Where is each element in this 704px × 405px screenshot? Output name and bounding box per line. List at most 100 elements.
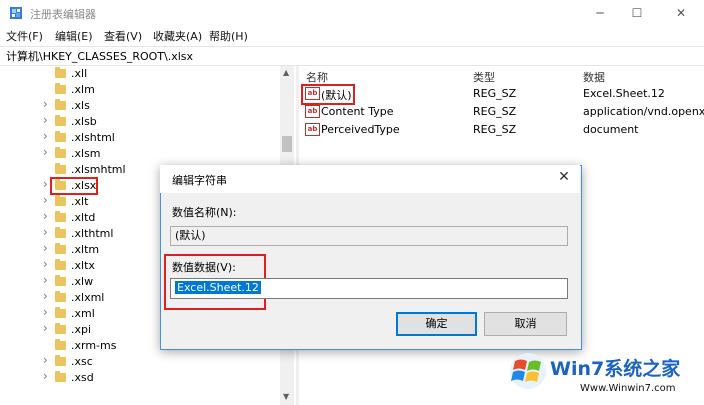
tree-item-label[interactable]: .xlthtml bbox=[71, 227, 113, 240]
tree-item-label[interactable]: .xsc bbox=[71, 355, 93, 368]
tree-item[interactable]: › .xsd bbox=[0, 369, 280, 386]
folder-icon bbox=[55, 67, 66, 78]
value-type: REG_SZ bbox=[473, 123, 517, 136]
value-data-input[interactable]: Excel.Sheet.12 bbox=[170, 278, 568, 299]
folder-icon bbox=[55, 147, 66, 158]
dialog-close-icon[interactable]: ✕ bbox=[553, 169, 575, 189]
value-type: REG_SZ bbox=[473, 87, 517, 100]
watermark-title-text: Win7系统之家 bbox=[550, 358, 681, 380]
tree-item-label[interactable]: .xls bbox=[71, 99, 90, 112]
menu-file[interactable]: 文件(F) bbox=[6, 28, 43, 44]
tree-item-label[interactable]: .xlsm bbox=[71, 147, 101, 160]
value-data: document bbox=[583, 123, 639, 136]
menu-help[interactable]: 帮助(H) bbox=[209, 28, 248, 44]
chevron-right-icon[interactable]: › bbox=[43, 145, 48, 159]
chevron-right-icon[interactable]: › bbox=[43, 369, 48, 383]
tree-item-label[interactable]: .xlxml bbox=[71, 291, 104, 304]
folder-icon bbox=[55, 291, 66, 302]
value-name[interactable]: (默认) bbox=[321, 87, 352, 103]
address-path[interactable]: 计算机\HKEY_CLASSES_ROOT\.xlsx bbox=[6, 48, 193, 64]
tree-scroll-thumb[interactable] bbox=[282, 136, 292, 152]
folder-icon bbox=[55, 131, 66, 142]
value-data-label: 数值数据(V): bbox=[172, 261, 236, 274]
folder-icon bbox=[55, 323, 66, 334]
close-button[interactable]: ✕ bbox=[664, 2, 698, 24]
tree-item[interactable]: .xll bbox=[0, 66, 280, 82]
chevron-right-icon[interactable]: › bbox=[43, 305, 48, 319]
chevron-right-icon[interactable]: › bbox=[43, 225, 48, 239]
folder-icon bbox=[55, 163, 66, 174]
tree-item-label[interactable]: .xltm bbox=[71, 243, 99, 256]
folder-icon bbox=[55, 339, 66, 350]
folder-icon bbox=[55, 83, 66, 94]
chevron-right-icon[interactable]: › bbox=[43, 129, 48, 143]
value-data: Excel.Sheet.12 bbox=[583, 87, 665, 100]
value-name[interactable]: PerceivedType bbox=[321, 123, 400, 136]
tree-item[interactable]: › .xlsm bbox=[0, 145, 280, 162]
window-title: 注册表编辑器 bbox=[30, 8, 96, 21]
value-data-selection[interactable]: Excel.Sheet.12 bbox=[175, 281, 261, 294]
menu-favorites[interactable]: 收藏夹(A) bbox=[153, 28, 202, 44]
folder-icon bbox=[55, 259, 66, 270]
minimize-button[interactable]: ─ bbox=[583, 2, 617, 24]
folder-icon bbox=[55, 99, 66, 110]
dialog-title: 编辑字符串 bbox=[172, 174, 227, 187]
windows-flag-logo bbox=[510, 353, 546, 389]
chevron-right-icon[interactable]: › bbox=[43, 321, 48, 335]
tree-item-label[interactable]: .xll bbox=[71, 67, 87, 80]
tree-item-label[interactable]: .xrm-ms bbox=[71, 339, 116, 352]
folder-icon bbox=[55, 211, 66, 222]
menu-view[interactable]: 查看(V) bbox=[104, 28, 142, 44]
folder-icon bbox=[55, 371, 66, 382]
menu-edit[interactable]: 编辑(E) bbox=[55, 28, 93, 44]
tree-item[interactable]: › .xls bbox=[0, 97, 280, 114]
ok-button[interactable]: 确定 bbox=[396, 312, 477, 336]
chevron-right-icon[interactable]: › bbox=[43, 193, 48, 207]
value-type: REG_SZ bbox=[473, 105, 517, 118]
tree-item-label[interactable]: .xpi bbox=[71, 323, 91, 336]
ab-icon: ab bbox=[305, 105, 320, 118]
tree-item-label[interactable]: .xlsmhtml bbox=[71, 163, 126, 176]
tree-item-label[interactable]: .xlshtml bbox=[71, 131, 115, 144]
tree-item-label[interactable]: .xsd bbox=[71, 371, 94, 384]
chevron-right-icon[interactable]: › bbox=[43, 241, 48, 255]
scroll-down-icon[interactable]: ▼ bbox=[283, 392, 289, 401]
chevron-right-icon[interactable]: › bbox=[43, 353, 48, 367]
tree-item-label[interactable]: .xlw bbox=[71, 275, 93, 288]
tree-item-label[interactable]: .xltd bbox=[71, 211, 95, 224]
chevron-right-icon[interactable]: › bbox=[43, 273, 48, 287]
folder-icon bbox=[55, 275, 66, 286]
tree-item-label[interactable]: .xlsb bbox=[71, 115, 97, 128]
chevron-right-icon[interactable]: › bbox=[43, 177, 48, 191]
value-name[interactable]: Content Type bbox=[321, 105, 394, 118]
tree-item-label[interactable]: .xlt bbox=[71, 195, 88, 208]
tree-item[interactable]: › .xlsb bbox=[0, 113, 280, 130]
folder-icon bbox=[55, 307, 66, 318]
column-header-name[interactable]: 名称 bbox=[306, 69, 328, 85]
tree-item-label[interactable]: .xlm bbox=[71, 83, 95, 96]
column-header-data[interactable]: 数据 bbox=[583, 69, 605, 85]
chevron-right-icon[interactable]: › bbox=[43, 257, 48, 271]
watermark-url: Www.Winwin7.com bbox=[580, 383, 676, 394]
tree-item[interactable]: › .xsc bbox=[0, 353, 280, 370]
folder-icon bbox=[55, 195, 66, 206]
xlsx-key-highlight bbox=[50, 177, 98, 195]
cancel-button[interactable]: 取消 bbox=[484, 312, 567, 336]
chevron-right-icon[interactable]: › bbox=[43, 97, 48, 111]
chevron-right-icon[interactable]: › bbox=[43, 113, 48, 127]
regedit-app-icon bbox=[10, 7, 22, 19]
tree-item-label[interactable]: .xltx bbox=[71, 259, 95, 272]
value-name-label: 数值名称(N): bbox=[172, 206, 237, 219]
maximize-button[interactable]: ☐ bbox=[620, 2, 654, 24]
tree-item-label[interactable]: .xml bbox=[71, 307, 95, 320]
value-data: application/vnd.openx bbox=[583, 105, 704, 118]
tree-item[interactable]: › .xlshtml bbox=[0, 129, 280, 146]
chevron-right-icon[interactable]: › bbox=[43, 289, 48, 303]
folder-icon bbox=[55, 355, 66, 366]
folder-icon bbox=[55, 243, 66, 254]
tree-item[interactable]: .xlm bbox=[0, 82, 280, 98]
scroll-up-icon[interactable]: ▲ bbox=[283, 68, 289, 77]
folder-icon bbox=[55, 227, 66, 238]
column-header-type[interactable]: 类型 bbox=[473, 69, 495, 85]
chevron-right-icon[interactable]: › bbox=[43, 209, 48, 223]
